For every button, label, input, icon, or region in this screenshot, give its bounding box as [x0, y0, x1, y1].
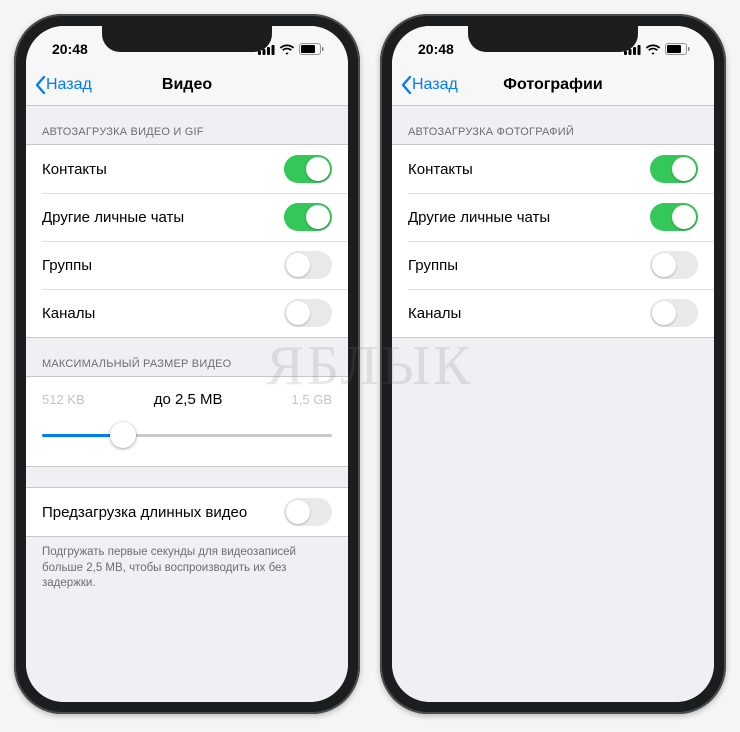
toggle-channels[interactable] — [650, 299, 698, 327]
toggle-private-chats[interactable] — [284, 203, 332, 231]
row-groups: Группы — [392, 241, 714, 289]
phone-frame: 20:48 Назад Вид — [14, 14, 360, 714]
row-label: Предзагрузка длинных видео — [42, 504, 247, 521]
row-channels: Каналы — [26, 289, 348, 338]
slider-thumb[interactable] — [110, 422, 136, 448]
video-size-slider[interactable] — [42, 422, 332, 448]
row-label: Группы — [408, 257, 458, 274]
canvas: 20:48 Назад Вид — [0, 0, 740, 732]
status-time: 20:48 — [418, 41, 454, 57]
row-private-chats: Другие личные чаты — [392, 193, 714, 241]
toggle-groups[interactable] — [284, 251, 332, 279]
slider-min-label: 512 KB — [42, 392, 85, 407]
video-size-slider-row: 512 KB до 2,5 MB 1,5 GB — [26, 376, 348, 467]
row-label: Другие личные чаты — [42, 209, 184, 226]
back-label: Назад — [412, 76, 458, 94]
back-button[interactable]: Назад — [26, 75, 92, 95]
row-label: Каналы — [42, 305, 95, 322]
row-contacts: Контакты — [392, 144, 714, 193]
section-header: АВТОЗАГРУЗКА ФОТОГРАФИЙ — [392, 106, 714, 144]
status-time: 20:48 — [52, 41, 88, 57]
row-label: Каналы — [408, 305, 461, 322]
row-preload: Предзагрузка длинных видео — [26, 487, 348, 537]
battery-icon — [299, 43, 324, 55]
row-groups: Группы — [26, 241, 348, 289]
toggle-preload[interactable] — [284, 498, 332, 526]
row-label: Контакты — [408, 161, 473, 178]
toggle-private-chats[interactable] — [650, 203, 698, 231]
row-label: Контакты — [42, 161, 107, 178]
footer-text: Подгружать первые секунды для видеозапис… — [26, 537, 348, 606]
row-channels: Каналы — [392, 289, 714, 338]
wifi-icon — [645, 44, 661, 55]
slider-max-label: 1,5 GB — [292, 392, 332, 407]
phone-screen: 20:48 Назад Фот — [392, 26, 714, 702]
phone-screen: 20:48 Назад Вид — [26, 26, 348, 702]
back-button[interactable]: Назад — [392, 75, 458, 95]
battery-icon — [665, 43, 690, 55]
row-label: Группы — [42, 257, 92, 274]
nav-bar: Назад Видео — [26, 64, 348, 106]
section-header: АВТОЗАГРУЗКА ВИДЕО И GIF — [26, 106, 348, 144]
chevron-left-icon — [34, 75, 46, 95]
toggle-contacts[interactable] — [284, 155, 332, 183]
chevron-left-icon — [400, 75, 412, 95]
toggle-contacts[interactable] — [650, 155, 698, 183]
section-header: МАКСИМАЛЬНЫЙ РАЗМЕР ВИДЕО — [26, 338, 348, 376]
row-contacts: Контакты — [26, 144, 348, 193]
toggle-groups[interactable] — [650, 251, 698, 279]
back-label: Назад — [46, 76, 92, 94]
row-label: Другие личные чаты — [408, 209, 550, 226]
toggle-channels[interactable] — [284, 299, 332, 327]
phone-frame: 20:48 Назад Фот — [380, 14, 726, 714]
wifi-icon — [279, 44, 295, 55]
nav-bar: Назад Фотографии — [392, 64, 714, 106]
notch — [102, 26, 272, 52]
content-area[interactable]: АВТОЗАГРУЗКА ФОТОГРАФИЙ Контакты Другие … — [392, 106, 714, 702]
content-area[interactable]: АВТОЗАГРУЗКА ВИДЕО И GIF Контакты Другие… — [26, 106, 348, 702]
row-private-chats: Другие личные чаты — [26, 193, 348, 241]
notch — [468, 26, 638, 52]
slider-current-label: до 2,5 MB — [85, 391, 292, 408]
